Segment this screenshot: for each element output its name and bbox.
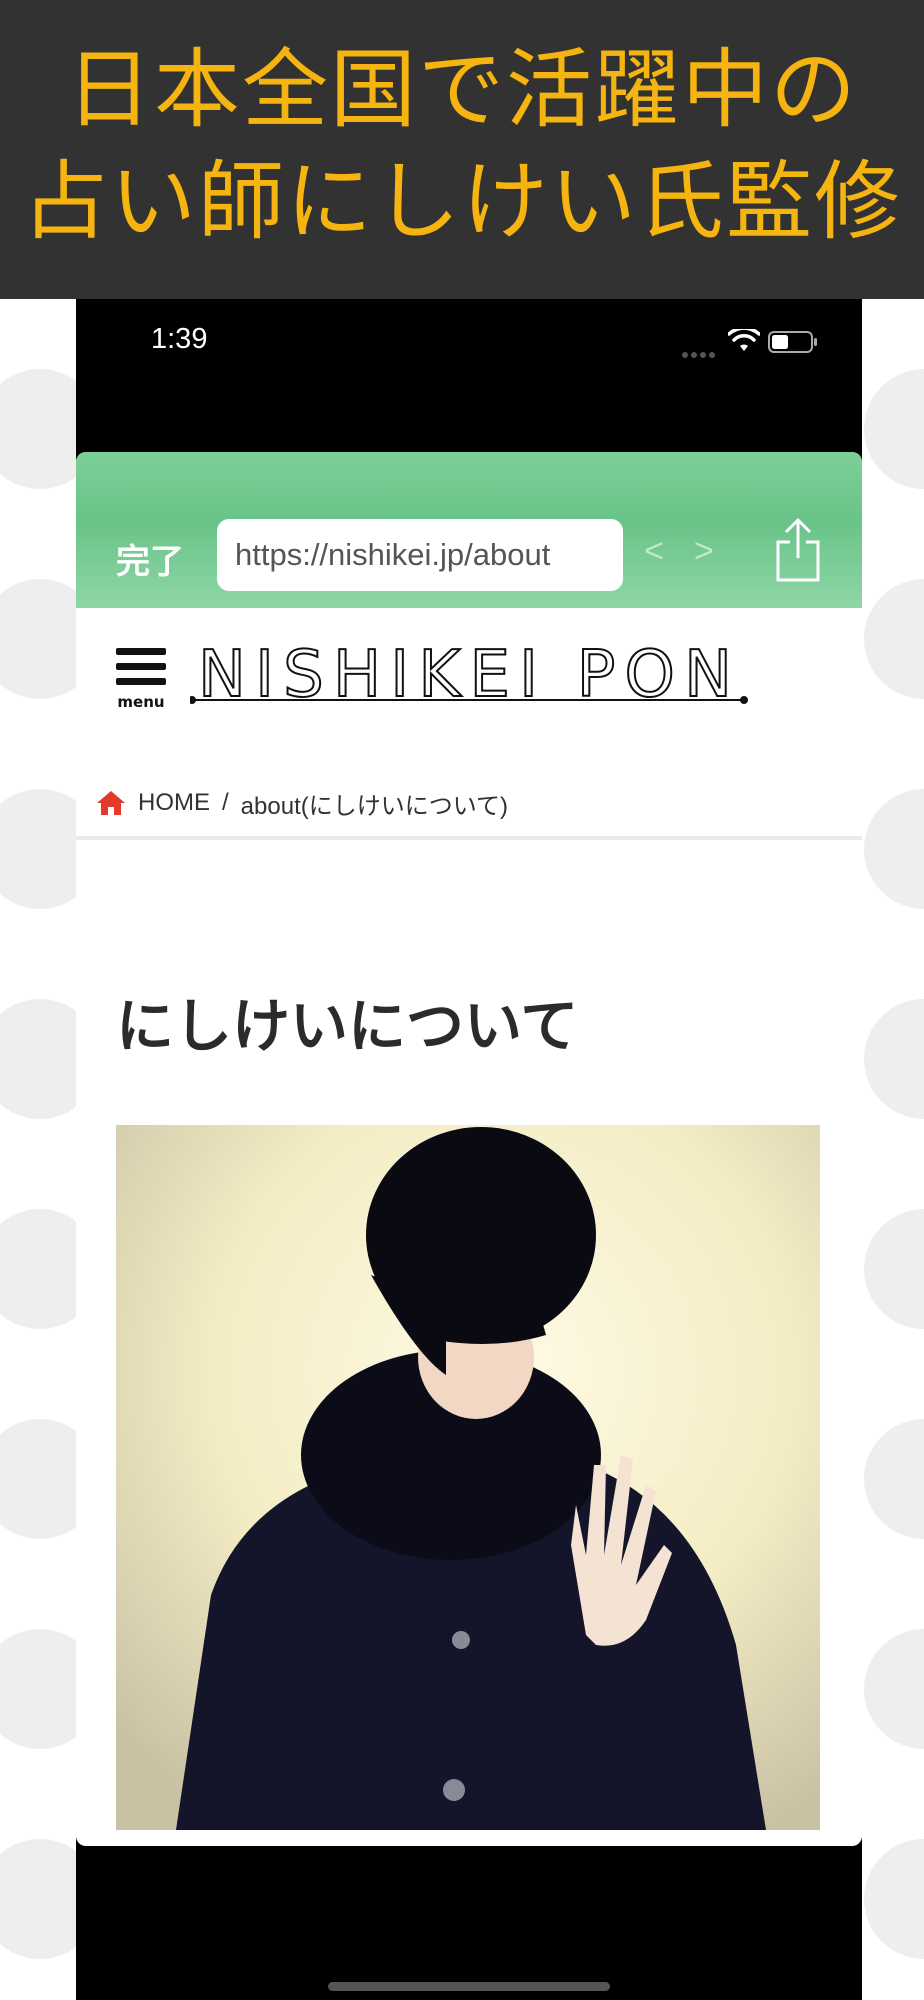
phone-screen: 1:39 完了 https://nishikei.jp/about < > me… xyxy=(76,299,862,2000)
promo-banner: 日本全国で活躍中の 占い師にしけい氏監修 xyxy=(0,0,924,299)
browser-toolbar: 完了 https://nishikei.jp/about < > xyxy=(76,452,862,608)
battery-icon xyxy=(768,331,817,353)
profile-photo xyxy=(116,1125,820,1830)
site-logo[interactable]: NISHIKEI PON xyxy=(190,630,750,710)
url-field[interactable]: https://nishikei.jp/about xyxy=(217,519,623,591)
home-icon[interactable] xyxy=(96,790,126,816)
home-indicator[interactable] xyxy=(328,1982,610,1991)
browser-sheet: 完了 https://nishikei.jp/about < > menu NI… xyxy=(76,452,862,1846)
breadcrumb-current: about(にしけいについて) xyxy=(240,792,508,820)
status-time: 1:39 xyxy=(151,323,208,355)
breadcrumb-separator: / xyxy=(222,789,229,816)
menu-button[interactable]: menu xyxy=(116,648,166,711)
page-title: にしけいについて xyxy=(116,992,579,1060)
banner-line-1: 日本全国で活躍中の xyxy=(66,40,858,140)
divider xyxy=(76,836,862,840)
menu-label: menu xyxy=(117,693,165,711)
breadcrumb: HOME / about(にしけいについて) xyxy=(96,778,856,828)
done-button[interactable]: 完了 xyxy=(116,534,184,583)
wifi-icon xyxy=(728,329,760,351)
forward-button[interactable]: > xyxy=(694,532,714,571)
hamburger-icon xyxy=(116,648,166,655)
back-button[interactable]: < xyxy=(644,532,664,571)
banner-line-2: 占い師にしけい氏監修 xyxy=(22,152,902,252)
breadcrumb-home[interactable]: HOME xyxy=(138,789,210,817)
share-icon[interactable] xyxy=(774,518,822,582)
cellular-signal-icon xyxy=(682,343,718,362)
